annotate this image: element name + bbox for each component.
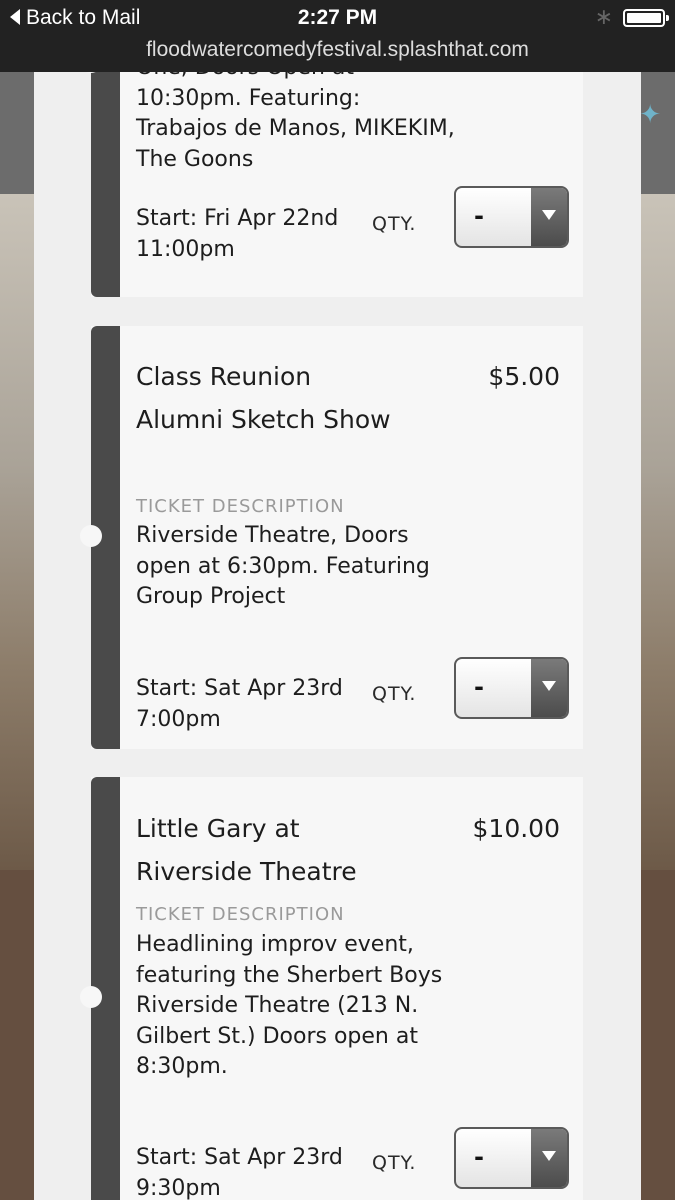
- chevron-down-icon: [531, 188, 567, 246]
- ticket-name: Class Reunion Alumni Sketch Show: [136, 362, 391, 434]
- quantity-value: -: [474, 1143, 484, 1171]
- ticket-card: Class Reunion Alumni Sketch Show $5.00 T…: [80, 326, 583, 749]
- quantity-select[interactable]: -: [454, 657, 569, 719]
- status-bar: Back to Mail 2:27 PM ∗: [0, 0, 675, 36]
- qty-label: QTY.: [372, 1152, 417, 1174]
- quantity-value: -: [474, 202, 484, 230]
- qty-label: QTY.: [372, 683, 417, 705]
- ticket-start-time: 11:00pm: [136, 236, 235, 262]
- ticket-description-label: TICKET DESCRIPTION: [136, 904, 345, 925]
- ticket-start-time: 9:30pm: [136, 1175, 221, 1200]
- ticket-description: Riverside Theatre, Doors open at 6:30pm.…: [136, 523, 430, 609]
- ticket-notch: [80, 525, 102, 547]
- ticket-card: One, Doors Open at 10:30pm. Featuring: T…: [80, 72, 583, 297]
- bluetooth-icon: ∗: [594, 4, 613, 29]
- clock: 2:27 PM: [297, 6, 378, 29]
- quantity-select[interactable]: -: [454, 186, 569, 248]
- ticket-start-time: 7:00pm: [136, 706, 221, 732]
- ticket-start: Start: Sat Apr 23rd 9:30pm: [136, 1143, 376, 1200]
- twitter-bird-icon[interactable]: ✦: [639, 100, 661, 130]
- ticket-panel: One, Doors Open at 10:30pm. Featuring: T…: [34, 72, 641, 1200]
- quantity-select[interactable]: -: [454, 1127, 569, 1189]
- ticket-start-date: Start: Fri Apr 22nd: [136, 206, 339, 231]
- chevron-down-icon: [531, 1129, 567, 1187]
- ticket-description-label: TICKET DESCRIPTION: [136, 496, 345, 517]
- quantity-value: -: [474, 673, 484, 701]
- ticket-start-date: Start: Sat Apr 23rd: [136, 1145, 343, 1170]
- ticket-start: Start: Sat Apr 23rd 7:00pm: [136, 674, 376, 735]
- url-bar[interactable]: floodwatercomedyfestival.splashthat.com: [0, 36, 675, 72]
- ticket-description: One, Doors Open at 10:30pm. Featuring: T…: [136, 72, 455, 172]
- battery-icon: [623, 9, 669, 27]
- chevron-down-icon: [531, 659, 567, 717]
- ticket-price: $5.00: [488, 362, 560, 391]
- ticket-notch: [80, 986, 102, 1008]
- ticket-name: Little Gary at Riverside Theatre: [136, 814, 357, 886]
- ticket-price: $10.00: [472, 814, 560, 843]
- ticket-start-date: Start: Sat Apr 23rd: [136, 676, 343, 701]
- ticket-description: Headlining improv event, featuring the S…: [136, 932, 443, 1079]
- qty-label: QTY.: [372, 213, 417, 235]
- ticket-start: Start: Fri Apr 22nd 11:00pm: [136, 204, 376, 265]
- ticket-card: Little Gary at Riverside Theatre $10.00 …: [80, 777, 583, 1200]
- ticket-card-stub: [91, 72, 120, 297]
